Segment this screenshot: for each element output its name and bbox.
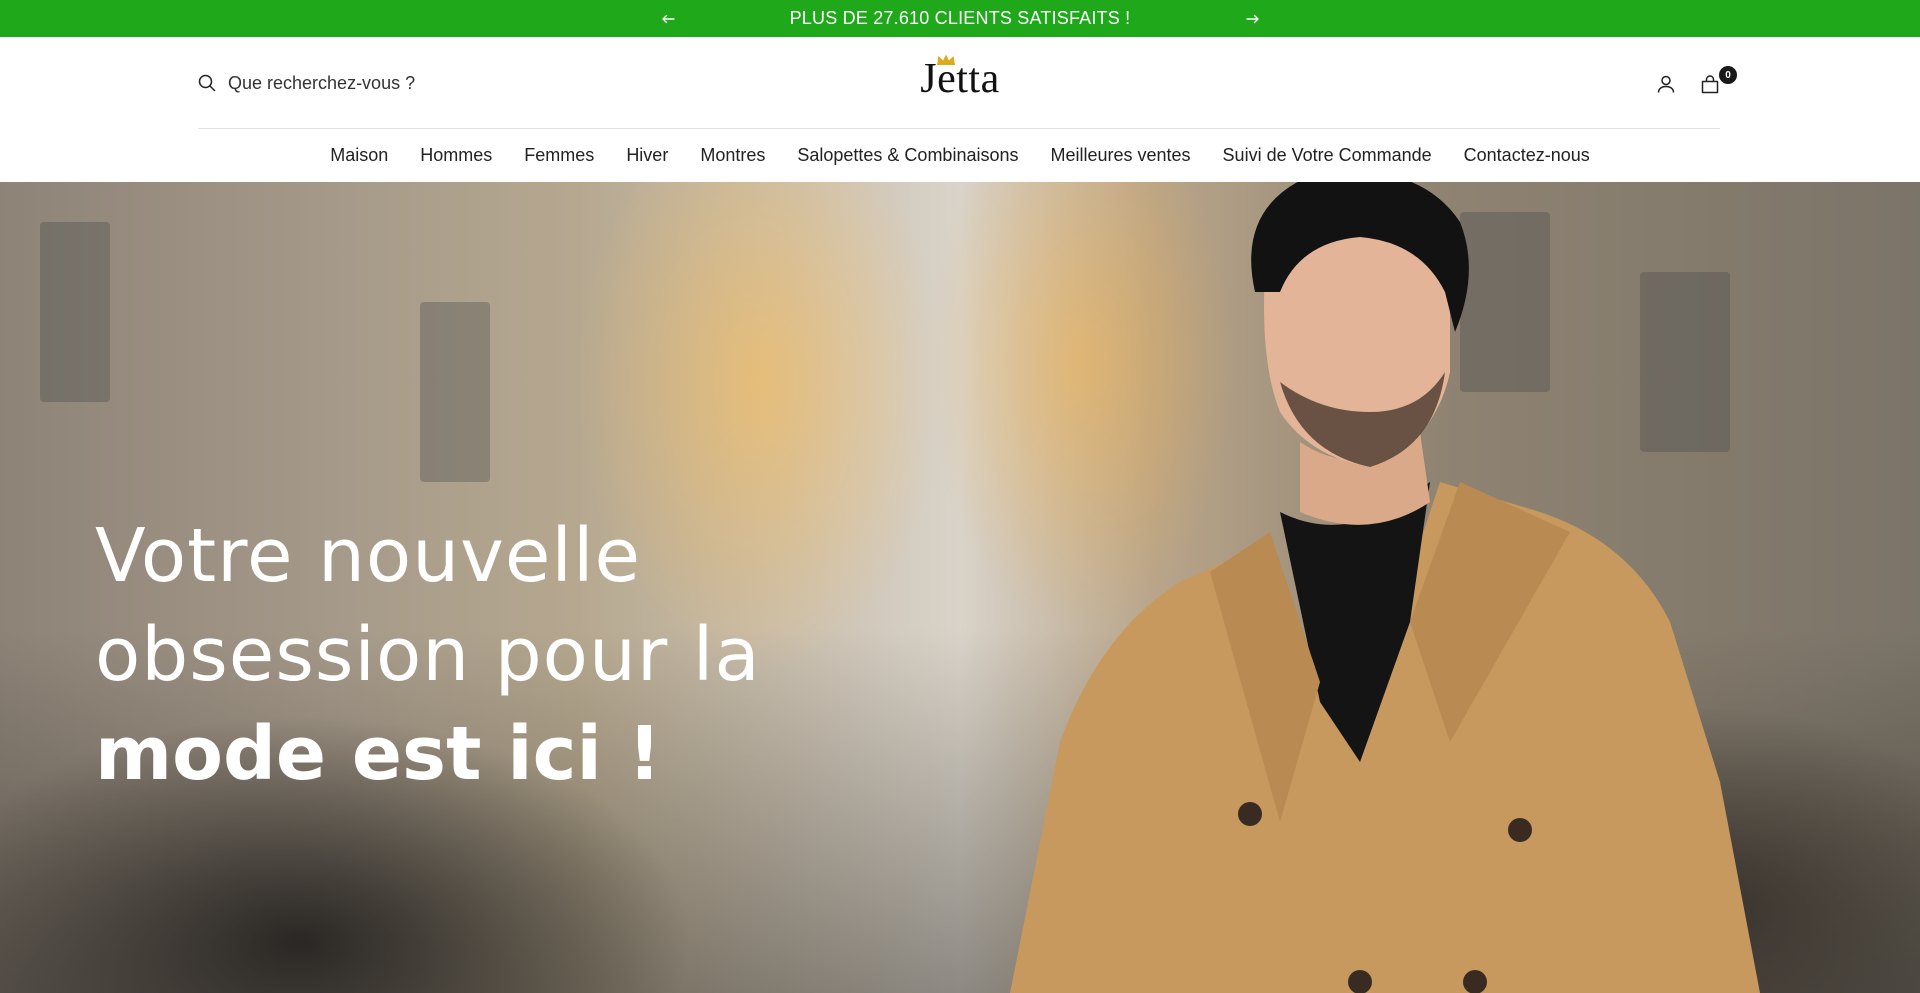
- nav-item-salopettes[interactable]: Salopettes & Combinaisons: [797, 141, 1018, 170]
- nav-item-suivi-commande[interactable]: Suivi de Votre Commande: [1223, 141, 1432, 170]
- arrow-left-icon: [662, 14, 675, 23]
- announcement-next-button[interactable]: [1238, 0, 1268, 37]
- building-window: [420, 302, 490, 482]
- nav-item-contact[interactable]: Contactez-nous: [1464, 141, 1590, 170]
- announcement-bar: PLUS DE 27.610 CLIENTS SATISFAITS !: [0, 0, 1920, 37]
- site-header: Jetta 0 Maison Hommes Femmes Hiver Montr…: [0, 37, 1920, 182]
- nav-item-meilleures-ventes[interactable]: Meilleures ventes: [1050, 141, 1190, 170]
- account-button[interactable]: [1653, 71, 1679, 97]
- nav-item-montres[interactable]: Montres: [700, 141, 765, 170]
- search-icon: [198, 74, 216, 92]
- hero-headline: Votre nouvelle obsession pour la mode es…: [95, 507, 855, 804]
- building-window: [40, 222, 110, 402]
- hero-banner[interactable]: Votre nouvelle obsession pour la mode es…: [0, 182, 1920, 993]
- main-nav: Maison Hommes Femmes Hiver Montres Salop…: [0, 129, 1920, 182]
- announcement-prev-button[interactable]: [653, 0, 683, 37]
- logo-text: Jetta: [920, 56, 1000, 102]
- cart-count-badge: 0: [1719, 66, 1737, 84]
- hero-headline-line-2: obsession pour la: [95, 612, 761, 698]
- hero-headline-line-1: Votre nouvelle: [95, 513, 642, 599]
- crown-icon: [937, 54, 955, 65]
- site-logo[interactable]: Jetta: [910, 51, 1010, 103]
- user-icon: [1657, 75, 1675, 93]
- shopping-bag-icon: [1701, 75, 1719, 94]
- search-bar[interactable]: [198, 68, 578, 98]
- hero-headline-line-3: mode est ici !: [95, 711, 662, 797]
- search-input[interactable]: [228, 72, 528, 94]
- nav-item-femmes[interactable]: Femmes: [524, 141, 594, 170]
- hero-model-image: [1010, 182, 1760, 993]
- announcement-text: PLUS DE 27.610 CLIENTS SATISFAITS !: [789, 8, 1131, 28]
- arrow-right-icon: [1246, 14, 1259, 23]
- nav-item-hiver[interactable]: Hiver: [626, 141, 668, 170]
- nav-item-hommes[interactable]: Hommes: [420, 141, 492, 170]
- nav-item-maison[interactable]: Maison: [330, 141, 388, 170]
